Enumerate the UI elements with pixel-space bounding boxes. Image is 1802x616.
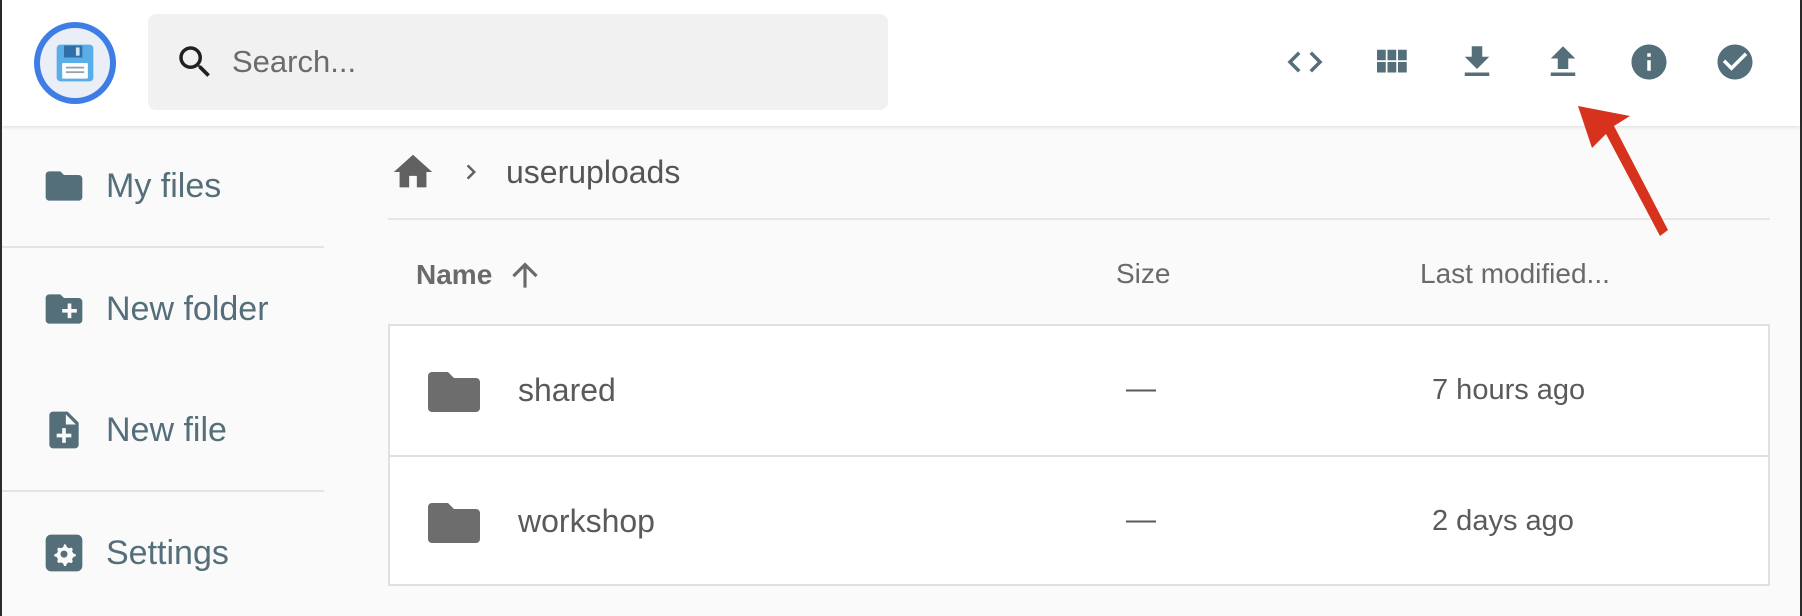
sidebar-item-settings[interactable]: Settings xyxy=(2,492,324,614)
folder-icon xyxy=(45,171,83,201)
list-item[interactable]: workshop — 2 days ago xyxy=(390,455,1768,584)
upload-button[interactable] xyxy=(1520,30,1606,94)
download-button[interactable] xyxy=(1434,30,1520,94)
file-modified: 2 days ago xyxy=(1432,505,1574,537)
column-header-name-label: Name xyxy=(416,259,493,290)
sidebar-item-label: New file xyxy=(106,410,227,449)
download-icon xyxy=(1464,46,1490,76)
file-plus-icon xyxy=(49,411,79,449)
search-box[interactable] xyxy=(148,14,888,110)
list-item[interactable]: shared — 7 hours ago xyxy=(390,326,1768,455)
select-multiple-button[interactable] xyxy=(1692,30,1778,94)
sidebar-item-label: New folder xyxy=(106,289,269,328)
arrow-up-icon xyxy=(512,262,538,288)
file-modified: 7 hours ago xyxy=(1432,374,1586,406)
chevron-right-icon xyxy=(466,164,476,180)
folder-icon xyxy=(428,372,480,412)
settings-gear-icon xyxy=(45,534,83,572)
file-name: shared xyxy=(518,372,616,408)
grid-view-icon xyxy=(1377,49,1407,73)
search-input[interactable] xyxy=(232,44,832,80)
home-icon[interactable] xyxy=(390,149,436,195)
breadcrumb-current[interactable]: useruploads xyxy=(506,154,680,191)
info-button[interactable] xyxy=(1606,30,1692,94)
floppy-disk-icon xyxy=(56,44,94,82)
sidebar-item-label: Settings xyxy=(106,533,229,572)
annotation-arrow xyxy=(1578,106,1668,236)
file-list: shared — 7 hours ago workshop — 2 days a… xyxy=(388,324,1770,586)
code-icon xyxy=(1287,51,1323,73)
search-icon xyxy=(179,46,210,77)
sidebar: My files New folder New file Settings xyxy=(2,126,324,614)
header-actions xyxy=(1262,30,1778,94)
folder-plus-icon xyxy=(45,294,83,324)
file-name: workshop xyxy=(518,503,655,539)
header-bar xyxy=(2,0,1800,126)
sidebar-item-my-files[interactable]: My files xyxy=(2,126,324,248)
folder-icon xyxy=(428,503,480,543)
upload-icon xyxy=(1550,46,1576,76)
sidebar-item-new-file[interactable]: New file xyxy=(2,370,324,492)
file-size: — xyxy=(1126,503,1156,536)
breadcrumb: useruploads xyxy=(388,126,1770,220)
sidebar-item-label: My files xyxy=(106,166,222,205)
column-headers: Name Size Last modified... xyxy=(388,220,1770,324)
sidebar-item-new-folder[interactable]: New folder xyxy=(2,248,324,370)
column-header-size[interactable]: Size xyxy=(1116,258,1170,290)
column-header-modified[interactable]: Last modified... xyxy=(1420,258,1610,290)
file-size: — xyxy=(1126,372,1156,405)
view-mode-button[interactable] xyxy=(1348,30,1434,94)
column-header-name[interactable]: Name xyxy=(416,256,544,294)
toggle-editor-button[interactable] xyxy=(1262,30,1348,94)
file-browser: useruploads Name Size Last modified... s… xyxy=(388,126,1770,586)
select-check-icon xyxy=(1717,44,1753,80)
info-icon xyxy=(1631,44,1667,80)
app-logo[interactable] xyxy=(34,22,116,104)
